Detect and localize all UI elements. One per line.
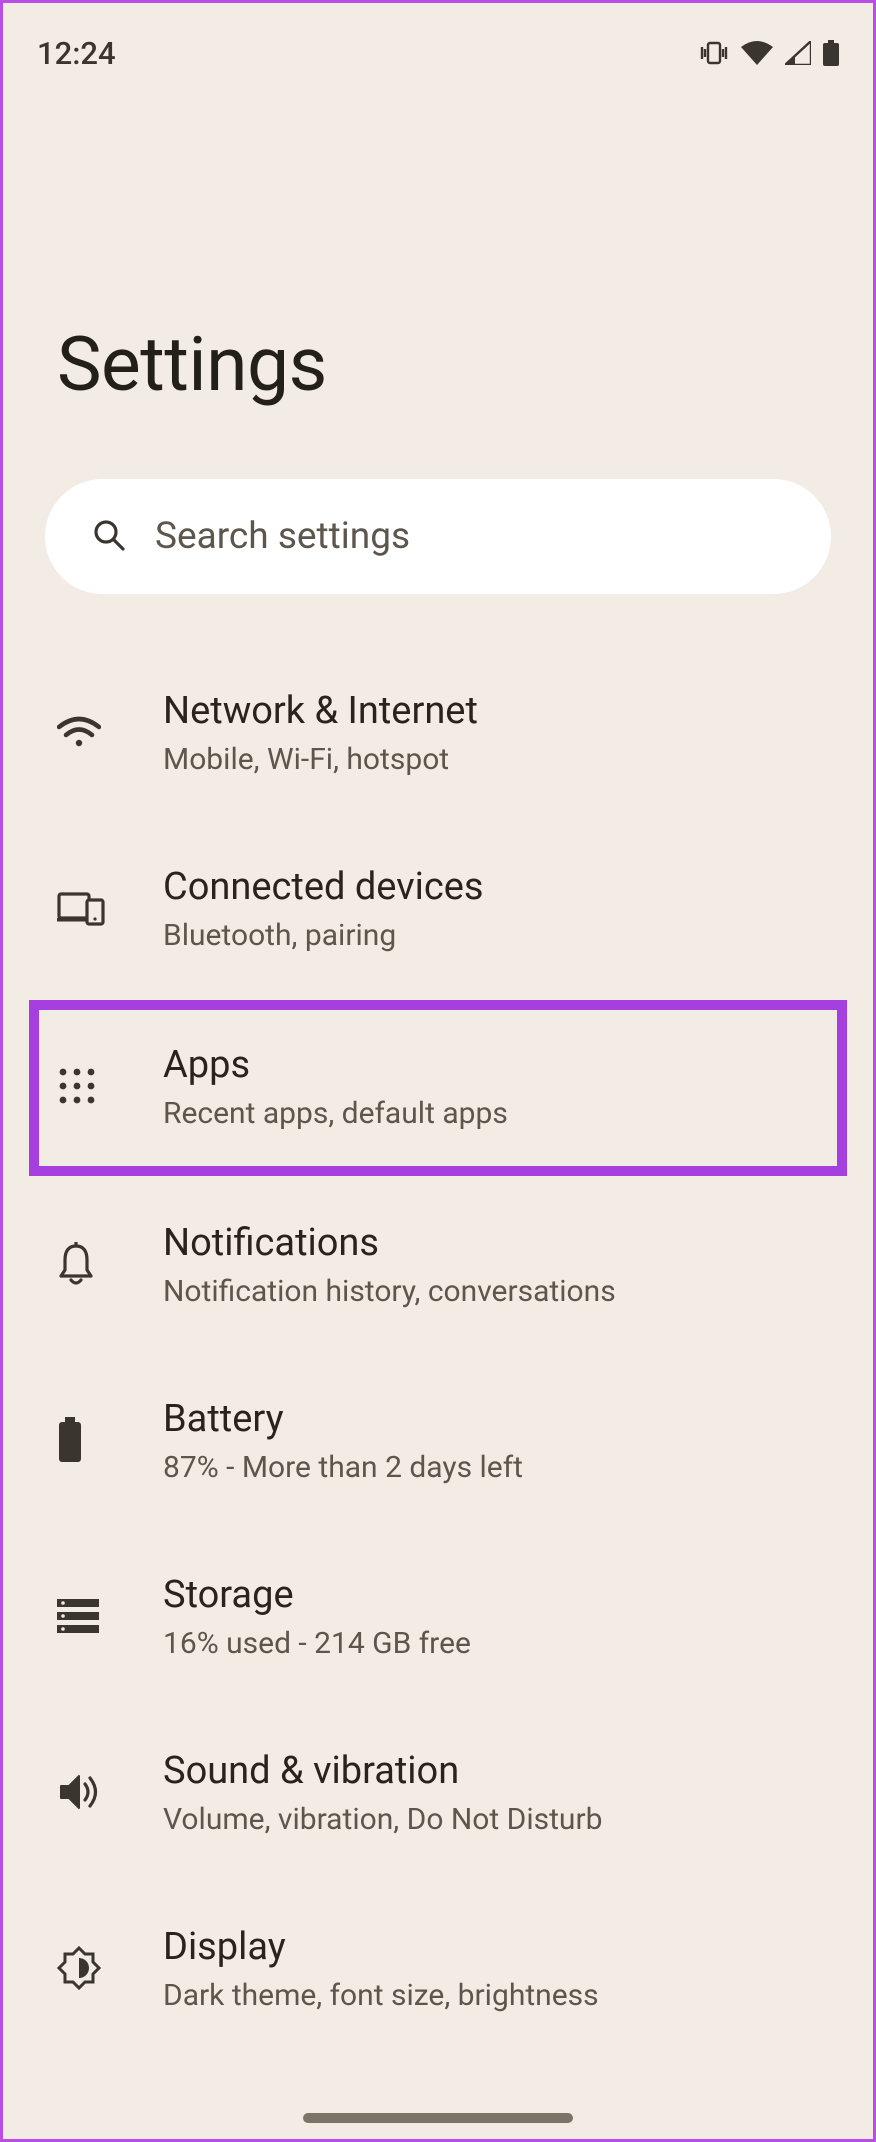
battery-icon [57,1417,83,1467]
setting-item-notifications[interactable]: Notifications Notification history, conv… [3,1178,873,1354]
setting-subtitle: Bluetooth, pairing [163,916,833,957]
vibrate-icon [699,41,729,65]
wifi-icon [741,41,773,65]
setting-title: Notifications [163,1220,833,1268]
devices-icon [57,890,105,930]
setting-title: Apps [163,1042,833,1090]
speaker-icon [57,1772,101,1816]
brightness-icon [57,1946,101,1994]
status-bar: 12:24 [3,3,873,81]
storage-icon [57,1599,99,1637]
setting-title: Connected devices [163,864,833,912]
setting-item-connected-devices[interactable]: Connected devices Bluetooth, pairing [3,822,873,998]
battery-icon [823,40,839,66]
setting-title: Network & Internet [163,688,833,736]
setting-item-battery[interactable]: Battery 87% - More than 2 days left [3,1354,873,1530]
setting-title: Display [163,1924,833,1972]
setting-item-display[interactable]: Display Dark theme, font size, brightnes… [3,1882,873,2058]
setting-item-sound[interactable]: Sound & vibration Volume, vibration, Do … [3,1706,873,1882]
wifi-icon [57,715,101,753]
setting-title: Battery [163,1396,833,1444]
status-time: 12:24 [37,35,116,72]
status-icons [699,40,839,66]
setting-subtitle: Volume, vibration, Do Not Disturb [163,1800,833,1841]
search-icon [91,517,127,557]
settings-list: Network & Internet Mobile, Wi-Fi, hotspo… [3,646,873,2058]
cellular-icon [785,41,811,65]
setting-subtitle: Recent apps, default apps [163,1094,833,1135]
setting-title: Storage [163,1572,833,1620]
setting-subtitle: Mobile, Wi-Fi, hotspot [163,740,833,781]
navigation-handle[interactable] [303,2113,573,2123]
setting-item-apps[interactable]: Apps Recent apps, default apps [29,1000,847,1176]
bell-icon [57,1242,95,1290]
setting-item-network[interactable]: Network & Internet Mobile, Wi-Fi, hotspo… [3,646,873,822]
apps-icon [57,1066,97,1110]
search-placeholder: Search settings [155,515,410,558]
setting-subtitle: Notification history, conversations [163,1272,833,1313]
setting-subtitle: 16% used - 214 GB free [163,1624,833,1665]
page-title: Settings [57,321,873,409]
setting-item-storage[interactable]: Storage 16% used - 214 GB free [3,1530,873,1706]
setting-subtitle: 87% - More than 2 days left [163,1448,833,1489]
search-bar[interactable]: Search settings [45,479,831,594]
setting-title: Sound & vibration [163,1748,833,1796]
setting-subtitle: Dark theme, font size, brightness [163,1976,833,2017]
